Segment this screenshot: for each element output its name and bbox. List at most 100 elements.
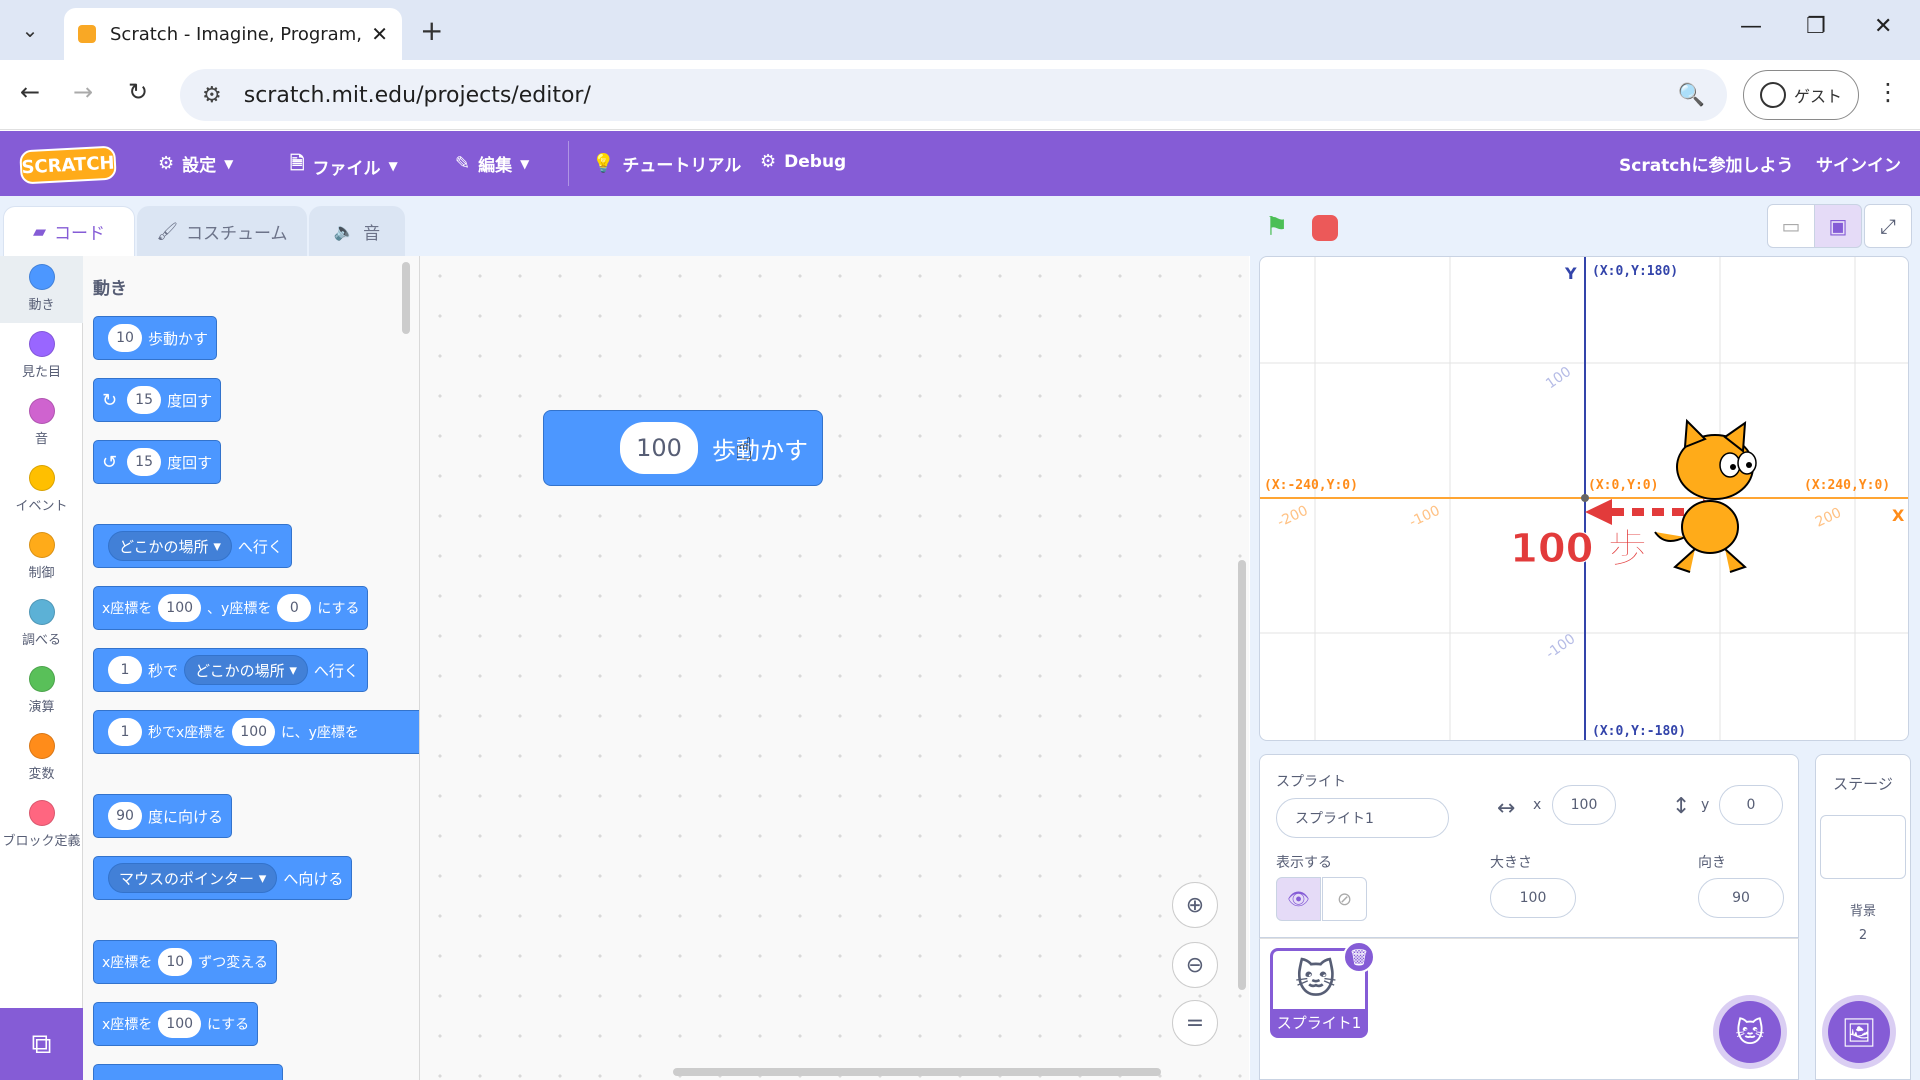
y-input[interactable]: 0	[1719, 785, 1783, 825]
scratch-menubar: SCRATCH ⚙ 設定 ▼ 🗎 ファイル ▼ ✎ 編集 ▼ 💡 チュートリアル ⚙ Debug…	[0, 131, 1920, 196]
workspace-h-scrollbar[interactable]	[673, 1068, 1161, 1076]
profile-button[interactable]: ゲスト	[1743, 70, 1859, 120]
category-6[interactable]: 調べる	[0, 591, 83, 658]
workspace-move-block[interactable]: 100 歩動かす	[543, 410, 823, 486]
address-bar[interactable]: ⚙ scratch.mit.edu/projects/editor/ 🔍	[180, 69, 1727, 121]
glide-block[interactable]: 1 秒で どこかの場所 ▾ へ行く	[93, 648, 368, 692]
block-input[interactable]: 1	[108, 656, 142, 684]
block-input[interactable]: 100	[158, 1010, 202, 1038]
scratch-logo[interactable]: SCRATCH	[19, 145, 117, 185]
palette-scrollbar[interactable]	[402, 262, 410, 334]
code-workspace[interactable]: 100 歩動かす	[420, 256, 1249, 1080]
stage-coordinate-grid: Y X (X:0,Y:180) (X:0,Y:-180) (X:-240,Y:0…	[1260, 257, 1908, 740]
gotoxy-block[interactable]: x座標を 100 、y座標を 0 にする	[93, 586, 369, 630]
block-label: へ行く	[237, 537, 283, 556]
category-4[interactable]: イベント	[0, 457, 83, 524]
stage-canvas[interactable]: Y X (X:0,Y:180) (X:0,Y:-180) (X:-240,Y:0…	[1259, 256, 1909, 741]
tab-search-button[interactable]: ⌄	[10, 10, 50, 50]
glidexy-block[interactable]: 1 秒でx座標を 100 に、y座標を	[93, 710, 419, 754]
zoom-in-button[interactable]: ⊕	[1172, 882, 1218, 928]
set-x-block[interactable]: x座標を 100 にする	[93, 1002, 259, 1046]
point-direction-block[interactable]: 90 度に向ける	[93, 794, 233, 838]
restore-button[interactable]: ❐	[1806, 14, 1826, 39]
block-input[interactable]: 100	[232, 718, 276, 746]
eye-icon: 👁	[1287, 888, 1310, 910]
large-stage-button[interactable]: ▣	[1814, 204, 1862, 248]
browser-tab[interactable]: Scratch - Imagine, Program, Sha ✕	[64, 8, 402, 60]
block-input[interactable]: 10	[158, 948, 193, 976]
block-palette: 動き 10 歩動かす ↻ 15 度回す ↺ 15 度回す どこかの場所 ▾ へ行く x座標を…	[83, 256, 420, 1080]
chevron-down-icon: ⌄	[21, 18, 39, 42]
block-dropdown[interactable]: マウスのポインター ▾	[108, 863, 278, 893]
category-label: ブロック定義	[2, 834, 81, 849]
hide-sprite-button[interactable]: ⊘	[1322, 877, 1367, 921]
cat-sprite[interactable]	[1654, 418, 1757, 573]
add-backdrop-button[interactable]: 🖼	[1828, 1001, 1890, 1063]
stage-thumbnail[interactable]	[1820, 815, 1906, 879]
edit-menu[interactable]: ✎ 編集 ▼	[455, 151, 529, 176]
sprite-name-input[interactable]: スプライト1	[1276, 798, 1449, 838]
block-label: 、y座標を	[207, 601, 272, 617]
category-9[interactable]: ブロック定義	[0, 792, 83, 882]
goto-block[interactable]: どこかの場所 ▾ へ行く	[93, 524, 292, 568]
x-input[interactable]: 100	[1552, 785, 1616, 825]
turn-right-block[interactable]: ↻ 15 度回す	[93, 378, 222, 422]
zoom-reset-button[interactable]: =	[1172, 1000, 1218, 1046]
site-info-icon[interactable]: ⚙	[202, 83, 222, 108]
back-button[interactable]: ←	[20, 78, 40, 106]
zoom-out-button[interactable]: ⊖	[1172, 942, 1218, 988]
forward-button[interactable]: →	[73, 78, 93, 106]
show-sprite-button[interactable]: 👁	[1276, 877, 1321, 921]
category-2[interactable]: 見た目	[0, 323, 83, 390]
block-dropdown[interactable]: どこかの場所 ▾	[184, 655, 308, 685]
category-3[interactable]: 音	[0, 390, 83, 457]
partial-block[interactable]	[93, 1064, 283, 1080]
left-coord-label: (X:-240,Y:0)	[1264, 478, 1358, 493]
block-input[interactable]: 0	[277, 594, 312, 622]
block-input[interactable]: 15	[127, 386, 162, 414]
green-flag-icon[interactable]: ⚑	[1265, 212, 1288, 242]
fullscreen-button[interactable]: ⤢	[1864, 204, 1912, 248]
category-7[interactable]: 演算	[0, 658, 83, 725]
close-tab-icon[interactable]: ✕	[371, 22, 388, 46]
tab-sound[interactable]: 🔈 音	[309, 206, 405, 256]
block-input[interactable]: 100	[620, 422, 698, 474]
block-input[interactable]: 100	[158, 594, 202, 622]
point-towards-block[interactable]: マウスのポインター ▾ へ向ける	[93, 856, 353, 900]
category-5[interactable]: 制御	[0, 524, 83, 591]
block-dropdown[interactable]: どこかの場所 ▾	[108, 531, 232, 561]
block-input[interactable]: 1	[108, 718, 142, 746]
turn-left-block[interactable]: ↺ 15 度回す	[93, 440, 222, 484]
block-input[interactable]: 90	[108, 802, 142, 830]
tutorial-menu[interactable]: 💡 チュートリアル	[592, 151, 741, 176]
add-extension-button[interactable]: ⧉	[0, 1008, 83, 1080]
join-link[interactable]: Scratchに参加しよう	[1619, 151, 1793, 176]
change-x-block[interactable]: x座標を 10 ずつ変える	[93, 940, 277, 984]
block-input[interactable]: 15	[127, 448, 162, 476]
new-tab-button[interactable]: +	[420, 14, 443, 47]
zoom-icon[interactable]: 🔍	[1678, 83, 1705, 108]
reload-button[interactable]: ↻	[128, 78, 148, 106]
debug-menu[interactable]: ⚙ Debug	[760, 151, 846, 172]
browser-menu-icon[interactable]: ⋮	[1876, 78, 1900, 106]
block-input[interactable]: 10	[108, 324, 142, 352]
category-1[interactable]: 動き	[0, 256, 83, 323]
settings-menu[interactable]: ⚙ 設定 ▼	[158, 151, 233, 176]
signin-link[interactable]: サインイン	[1816, 151, 1901, 176]
minimize-button[interactable]: —	[1740, 14, 1762, 39]
close-window-button[interactable]: ✕	[1874, 14, 1892, 39]
add-sprite-button[interactable]: 🐱	[1719, 1001, 1781, 1063]
caret-down-icon: ▼	[224, 156, 234, 171]
category-8[interactable]: 変数	[0, 725, 83, 792]
move-steps-block[interactable]: 10 歩動かす	[93, 316, 218, 360]
category-dot-icon	[28, 398, 55, 424]
stop-icon[interactable]	[1312, 215, 1338, 241]
direction-input[interactable]: 90	[1698, 878, 1784, 918]
file-menu[interactable]: 🗎 ファイル ▼	[290, 151, 398, 181]
tab-costume[interactable]: 🖌 コスチューム	[137, 206, 307, 256]
size-input[interactable]: 100	[1490, 878, 1576, 918]
workspace-v-scrollbar[interactable]	[1238, 560, 1246, 990]
small-stage-button[interactable]: ▭	[1767, 204, 1815, 248]
delete-sprite-button[interactable]: 🗑	[1343, 941, 1375, 973]
tab-code[interactable]: ▰ コード	[3, 206, 135, 256]
